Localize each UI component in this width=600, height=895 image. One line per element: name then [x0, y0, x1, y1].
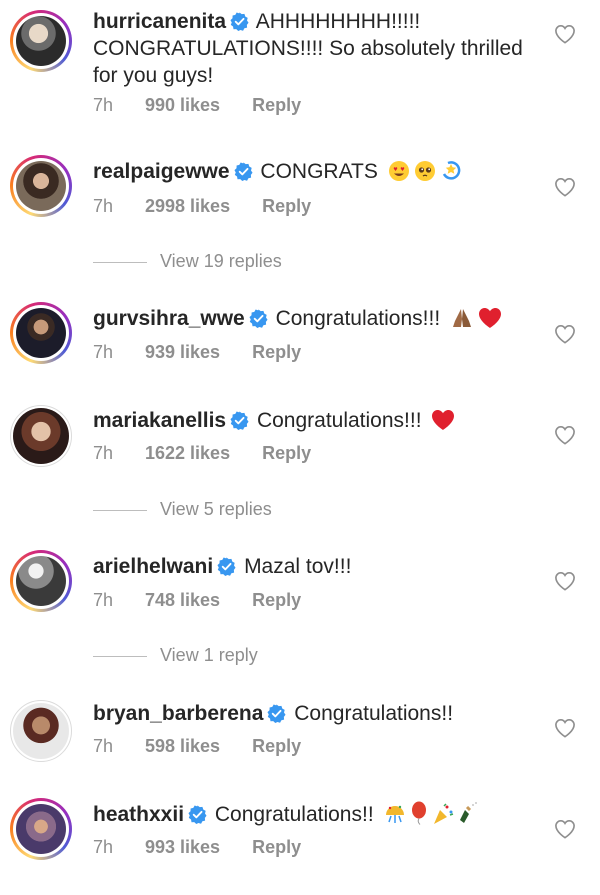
comment-text: CONGRATS: [260, 160, 378, 183]
heart-icon[interactable]: [554, 177, 576, 197]
comment-text: Congratulations!!!: [275, 307, 441, 330]
username-link[interactable]: realpaigewwe: [93, 160, 230, 183]
reply-button[interactable]: Reply: [252, 590, 301, 611]
view-replies-button[interactable]: View 19 replies: [93, 251, 282, 272]
avatar[interactable]: [10, 155, 72, 217]
timestamp: 7h: [93, 342, 114, 362]
heart-icon[interactable]: [554, 24, 576, 44]
heart-icon[interactable]: [554, 324, 576, 344]
likes-count[interactable]: 990 likes: [145, 95, 220, 116]
comment-body: hurricanenita AHHHHHHHH!!!!! CONGRATULAT…: [93, 8, 543, 89]
reply-button[interactable]: Reply: [252, 342, 301, 363]
divider: [93, 655, 147, 657]
comment-body: arielhelwani Mazal tov!!!: [93, 553, 543, 580]
heart-icon[interactable]: [554, 718, 576, 738]
red-heart-emoji-icon: [432, 410, 455, 430]
comment-body: realpaigewwe CONGRATS: [93, 158, 543, 185]
comment-body: mariakanellis Congratulations!!!: [93, 407, 543, 434]
dizzy-emoji-icon: [442, 161, 461, 180]
balloon-emoji-icon: [411, 801, 426, 825]
verified-badge-icon: [234, 162, 253, 181]
timestamp: 7h: [93, 443, 114, 463]
reply-button[interactable]: Reply: [252, 95, 301, 116]
comment-text: Mazal tov!!!: [244, 555, 352, 578]
reply-button[interactable]: Reply: [262, 196, 311, 217]
comment-body: bryan_barberena Congratulations!!: [93, 700, 543, 727]
username-link[interactable]: bryan_barberena: [93, 702, 263, 725]
bottle-with-popping-cork-emoji-icon: [459, 802, 477, 823]
verified-badge-icon: [188, 805, 207, 824]
reply-button[interactable]: Reply: [262, 443, 311, 464]
verified-badge-icon: [217, 557, 236, 576]
timestamp: 7h: [93, 590, 114, 610]
username-link[interactable]: gurvsihra_wwe: [93, 307, 245, 330]
heart-icon[interactable]: [554, 425, 576, 445]
timestamp: 7h: [93, 837, 114, 857]
avatar[interactable]: [10, 302, 72, 364]
likes-count[interactable]: 939 likes: [145, 342, 220, 363]
view-replies-label: View 1 reply: [160, 645, 258, 665]
likes-count[interactable]: 993 likes: [145, 837, 220, 858]
pleading-face-emoji-icon: [414, 161, 435, 181]
timestamp: 7h: [93, 95, 114, 115]
avatar[interactable]: [10, 405, 72, 467]
username-link[interactable]: hurricanenita: [93, 10, 226, 33]
username-link[interactable]: heathxxii: [93, 803, 184, 826]
avatar[interactable]: [10, 798, 72, 860]
view-replies-button[interactable]: View 1 reply: [93, 645, 258, 666]
avatar[interactable]: [10, 550, 72, 612]
likes-count[interactable]: 1622 likes: [145, 443, 230, 464]
heart-icon[interactable]: [554, 571, 576, 591]
username-link[interactable]: arielhelwani: [93, 555, 213, 578]
comment-body: heathxxii Congratulations!!: [93, 801, 543, 828]
verified-badge-icon: [249, 309, 268, 328]
divider: [93, 509, 147, 511]
username-link[interactable]: mariakanellis: [93, 409, 226, 432]
reply-button[interactable]: Reply: [252, 837, 301, 858]
party-popper-emoji-icon: [433, 803, 453, 824]
reply-button[interactable]: Reply: [252, 736, 301, 757]
comment-text: Congratulations!!: [214, 803, 374, 826]
red-heart-emoji-icon: [479, 308, 502, 328]
likes-count[interactable]: 598 likes: [145, 736, 220, 757]
likes-count[interactable]: 2998 likes: [145, 196, 230, 217]
verified-badge-icon: [267, 704, 286, 723]
verified-badge-icon: [230, 411, 249, 430]
folded-hands-emoji-icon: [453, 309, 472, 327]
heart-eyes-emoji-icon: [388, 161, 409, 181]
comment-text: Congratulations!!: [294, 702, 454, 725]
view-replies-button[interactable]: View 5 replies: [93, 499, 272, 520]
view-replies-label: View 19 replies: [160, 251, 282, 271]
divider: [93, 261, 147, 263]
likes-count[interactable]: 748 likes: [145, 590, 220, 611]
timestamp: 7h: [93, 196, 114, 216]
comment-body: gurvsihra_wwe Congratulations!!!: [93, 305, 543, 332]
comment-text: Congratulations!!!: [256, 409, 422, 432]
verified-badge-icon: [230, 12, 249, 31]
confetti-ball-emoji-icon: [385, 805, 404, 823]
avatar[interactable]: [10, 10, 72, 72]
view-replies-label: View 5 replies: [160, 499, 272, 519]
avatar[interactable]: [10, 700, 72, 762]
heart-icon[interactable]: [554, 819, 576, 839]
timestamp: 7h: [93, 736, 114, 756]
